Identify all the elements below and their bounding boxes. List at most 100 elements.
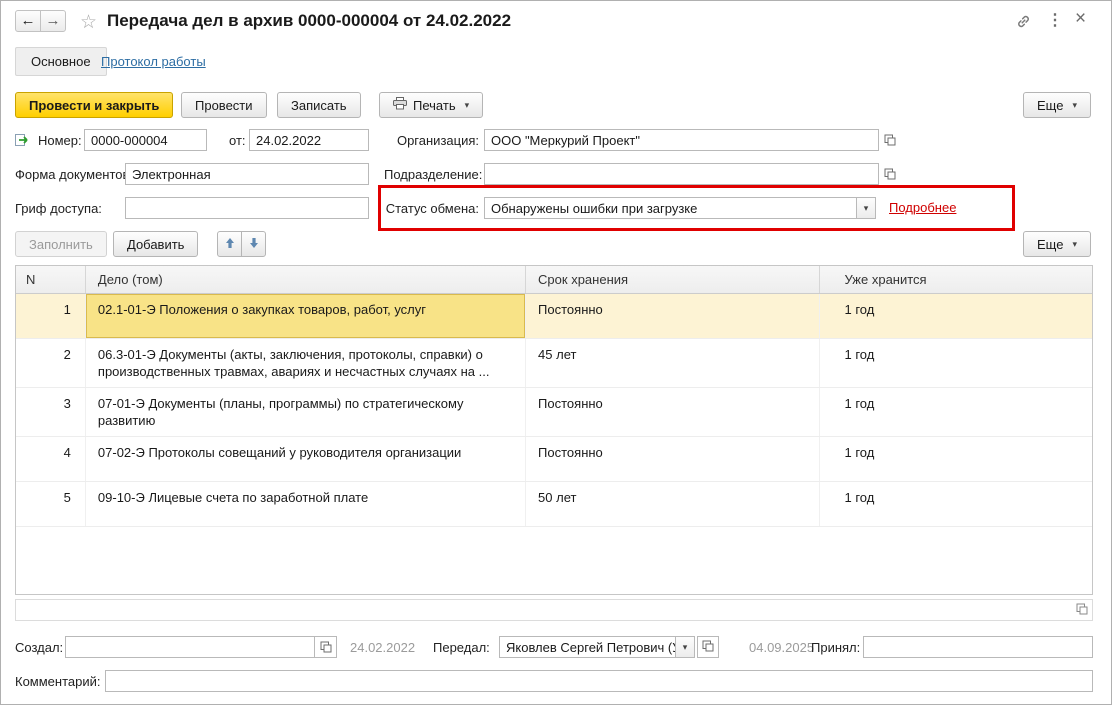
table-header-row: N Дело (том) Срок хранения Уже хранится [16,266,1092,294]
print-button[interactable]: Печать ▾ [379,92,484,118]
cell-n: 3 [16,388,86,436]
add-label: Добавить [127,236,185,252]
close-icon[interactable]: × [1075,8,1086,30]
favorite-star-icon[interactable]: ☆ [80,11,97,34]
more-button-table[interactable]: Еще ▾ [1023,231,1091,257]
printer-icon [393,97,407,113]
print-dropdown-icon: ▾ [464,99,470,110]
status-combo[interactable]: Обнаружены ошибки при загрузке ▾ [484,197,876,219]
arrow-down-icon [249,237,259,252]
write-button[interactable]: Записать [277,92,361,118]
back-button[interactable]: ← [15,10,41,32]
cell-period: 45 лет [526,339,821,387]
transferred-label: Передал: [433,640,490,655]
cell-stored: 1 год [844,445,875,460]
transferred-dropdown-icon[interactable]: ▾ [675,637,694,657]
table-row[interactable]: 5 09-10-Э Лицевые счета по заработной пл… [16,482,1092,527]
more-table-dropdown-icon: ▾ [1072,238,1077,249]
created-open-icon[interactable] [314,637,336,657]
transferred-value: Яковлев Сергей Петрович (Упра [506,640,675,655]
forward-button[interactable]: → [40,10,66,32]
write-label: Записать [291,97,347,113]
col-header-stored[interactable]: Уже хранится [820,266,1092,293]
cell-case: 06.3-01-Э Документы (акты, заключения, п… [86,339,527,387]
table-row[interactable]: 3 07-01-Э Документы (планы, программы) п… [16,388,1092,437]
cell-n: 4 [16,437,86,481]
cell-case: 09-10-Э Лицевые счета по заработной плат… [86,482,527,526]
created-label: Создал: [15,640,64,655]
doc-form-label: Форма документов: [15,167,134,182]
access-input[interactable] [125,197,369,219]
more-menu-icon[interactable]: ⋮ [1047,10,1063,30]
add-row-button[interactable]: Добавить [113,231,199,257]
cell-stored: 1 год [844,302,875,317]
post-and-close-label: Провести и закрыть [29,97,160,113]
tab-main[interactable]: Основное [15,47,107,76]
document-window: ← → ☆ Передача дел в архив 0000-000004 о… [0,0,1112,705]
table-row[interactable]: 2 06.3-01-Э Документы (акты, заключения,… [16,339,1092,388]
post-and-close-button[interactable]: Провести и закрыть [15,92,174,118]
col-header-period[interactable]: Срок хранения [526,266,821,293]
more-button-top[interactable]: Еще ▾ [1023,92,1091,118]
accepted-label: Принял: [811,640,861,655]
page-title: Передача дел в архив 0000-000004 от 24.0… [107,11,512,30]
division-open-icon[interactable] [882,166,898,182]
organization-input[interactable]: ООО "Меркурий Проект" [484,129,879,151]
cell-case: 02.1-01-Э Положения о закупках товаров, … [85,294,527,338]
cases-table: N Дело (том) Срок хранения Уже хранится … [15,265,1093,595]
transferred-open-icon [702,638,714,657]
division-input[interactable] [484,163,879,185]
cell-period: Постоянно [526,388,821,436]
get-link-icon[interactable] [1015,13,1032,33]
doc-form-input[interactable]: Электронная [125,163,369,185]
col-header-case[interactable]: Дело (том) [86,266,527,293]
organization-label: Организация: [396,133,479,148]
col-header-n[interactable]: N [16,266,86,293]
division-label: Подразделение: [384,167,483,182]
details-link[interactable]: Подробнее [889,200,956,215]
status-value: Обнаружены ошибки при загрузке [491,201,698,216]
number-input[interactable]: 0000-000004 [84,129,207,151]
fill-button[interactable]: Заполнить [15,231,107,257]
status-label: Статус обмена: [385,201,479,216]
back-icon: ← [20,12,36,29]
cell-period: Постоянно [526,294,821,338]
extra-field-open-icon[interactable] [1076,601,1088,620]
created-date: 24.02.2022 [350,640,416,655]
cell-case: 07-01-Э Документы (планы, программы) по … [86,388,527,436]
table-row[interactable]: 4 07-02-Э Протоколы совещаний у руководи… [16,437,1092,482]
cell-stored: 1 год [844,347,875,362]
navigate-doc-icon[interactable] [14,132,30,148]
cell-n: 1 [16,294,86,338]
cell-stored: 1 год [844,396,875,411]
organization-open-icon[interactable] [882,132,898,148]
cell-stored: 1 год [844,490,875,505]
more-dropdown-icon: ▾ [1072,99,1077,110]
status-dropdown-icon[interactable]: ▾ [856,198,875,218]
table-row[interactable]: 1 02.1-01-Э Положения о закупках товаров… [16,294,1092,339]
forward-icon: → [45,12,61,29]
accepted-input[interactable] [863,636,1093,658]
tab-protocol-link[interactable]: Протокол работы [101,54,206,69]
transferred-combo[interactable]: Яковлев Сергей Петрович (Упра ▾ [499,636,695,658]
created-value [66,637,314,657]
date-label: от: [229,133,246,148]
move-down-button[interactable] [241,231,266,257]
move-up-button[interactable] [217,231,242,257]
comment-input[interactable] [105,670,1093,692]
extra-field-bottom[interactable] [15,599,1093,621]
date-input[interactable]: 24.02.2022 [249,129,369,151]
transferred-date: 04.09.2025 [749,640,815,655]
comment-label: Комментарий: [15,674,101,689]
fill-label: Заполнить [29,236,93,252]
number-label: Номер: [38,133,82,148]
post-label: Провести [195,97,253,113]
print-label: Печать [413,97,456,113]
created-input[interactable] [65,636,337,658]
post-button[interactable]: Провести [181,92,267,118]
cell-n: 2 [16,339,86,387]
arrow-up-icon [225,237,235,252]
cell-period: 50 лет [526,482,821,526]
more-table-label: Еще [1037,236,1064,252]
transferred-open-button[interactable] [697,636,719,658]
